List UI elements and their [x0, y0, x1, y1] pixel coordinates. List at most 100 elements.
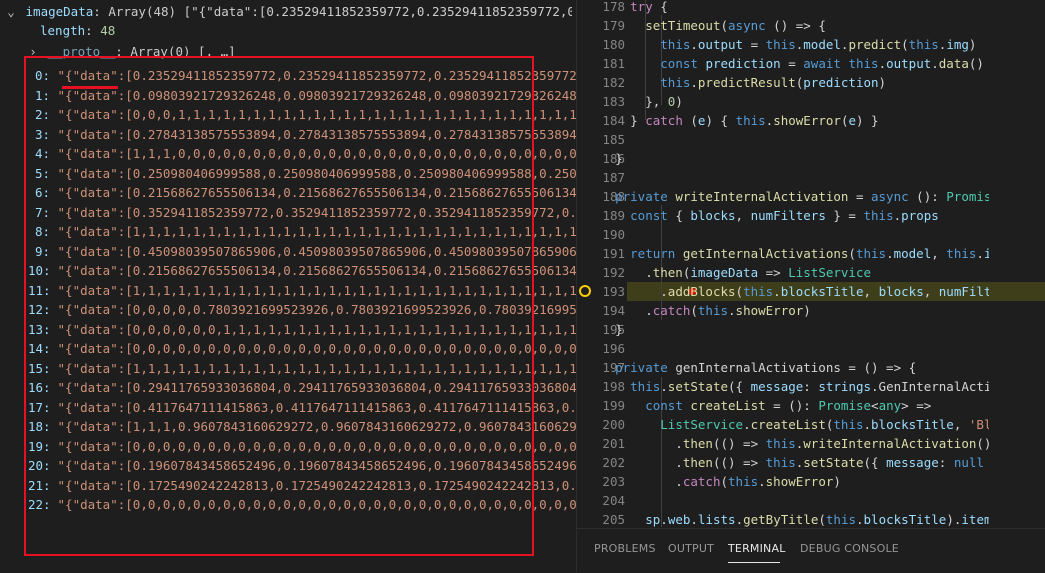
array-item[interactable]: 17: "{"data":[0.4117647111415863,0.41176… [28, 398, 576, 417]
code-line[interactable] [585, 491, 989, 510]
code-line[interactable]: const { blocks, numFilters } = this.prop… [585, 206, 989, 225]
array-item[interactable]: 20: "{"data":[0.19607843458652496,0.1960… [28, 456, 576, 475]
highlight-underline [62, 86, 118, 89]
code-line[interactable] [585, 168, 989, 187]
array-item[interactable]: 11: "{"data":[1,1,1,1,1,1,1,1,1,1,1,1,1,… [28, 281, 576, 300]
chevron-down-icon[interactable]: ⌄ [4, 2, 18, 21]
code-line[interactable]: sp.web.lists.getByTitle(this.blocksTitle… [585, 510, 989, 528]
array-item-index: 17: [28, 399, 51, 415]
code-line[interactable]: .catch(this.showError) [585, 301, 989, 320]
array-item-index: 16: [28, 380, 51, 395]
code-line[interactable]: this.predictResult(prediction) [585, 73, 989, 92]
code-line[interactable]: const createList = (): Promise<any> => [585, 396, 989, 415]
array-item-value: "{"data":[0.09803921729326248,0.09803921… [57, 87, 576, 103]
array-item-value: "{"data":[0.250980406999588,0.2509804069… [57, 165, 576, 181]
array-item-value: "{"data":[0,0,0,1,1,1,1,1,1,1,1,1,1,1,1,… [57, 107, 576, 122]
array-item-value: "{"data":[1,1,1,0,0,0,0,0,0,0,0,0,0,0,0,… [57, 146, 576, 161]
length-value: 48 [100, 23, 116, 38]
code-line[interactable]: ListService.createList(this.blocksTitle,… [585, 415, 989, 434]
array-item-index: 15: [28, 360, 51, 376]
variable-name: imageData [25, 4, 94, 19]
array-item-value: "{"data":[0.29411765933036804,0.29411765… [57, 380, 576, 395]
array-item-value: "{"data":[0.23529411852359772,0.23529411… [57, 68, 576, 83]
array-item[interactable]: 12: "{"data":[0,0,0,0,0.7803921699523926… [28, 300, 576, 319]
code-line[interactable]: .catch(this.showError) [585, 472, 989, 491]
length-row: length: 48 [40, 23, 116, 38]
array-item-value: "{"data":[0.1725490242242813,0.172549024… [57, 477, 576, 493]
code-line[interactable]: try { [585, 0, 989, 16]
code-editor[interactable]: 178 179 180 181 182 183 184 185 186 187 188 189 190 1… [577, 0, 1045, 528]
tab-problems[interactable]: PROBLEMS [594, 542, 656, 555]
code-line[interactable]: } [585, 320, 989, 339]
array-item-value: "{"data":[0.19607843458652496,0.19607843… [57, 458, 576, 473]
code-line[interactable]: const prediction = await this.output.dat… [585, 54, 989, 73]
array-item-index: 10: [28, 263, 51, 278]
array-item[interactable]: 16: "{"data":[0.29411765933036804,0.2941… [28, 378, 576, 397]
array-item-index: 21: [28, 477, 51, 493]
code-line[interactable]: this.output = this.model.predict(this.im… [585, 35, 989, 54]
code-line[interactable]: } [585, 149, 989, 168]
array-item-value: "{"data":[0,0,0,0,0,0,0,0,0,0,0,0,0,0,0,… [57, 341, 576, 356]
code-line[interactable] [585, 225, 989, 244]
array-item-index: 11: [28, 282, 51, 298]
array-item-value: "{"data":[1,1,1,1,1,1,1,1,1,1,1,1,1,1,1,… [57, 360, 576, 376]
array-item-index: 6: [34, 185, 50, 200]
array-item[interactable]: 10: "{"data":[0.21568627655506134,0.2156… [28, 261, 576, 280]
code-line[interactable]: .addBlocks(this.blocksTitle, blocks, num… [585, 282, 989, 301]
array-item-value: "{"data":[0,0,0,0,0,0,0,0,0,0,0,0,0,0,0,… [57, 438, 576, 454]
tab-debug-console[interactable]: DEBUG CONSOLE [800, 542, 899, 555]
array-item-index: 5: [34, 165, 50, 181]
array-item[interactable]: 7: "{"data":[0.3529411852359772,0.352941… [28, 203, 576, 222]
code-line[interactable]: this.setState({ message: strings.GenInte… [585, 377, 989, 396]
code-line[interactable]: .then(() => this.setState({ message: nul… [585, 453, 989, 472]
array-item-value: "{"data":[1,1,1,1,1,1,1,1,1,1,1,1,1,1,1,… [57, 224, 576, 239]
array-item-value: "{"data":[0.27843138575553894,0.27843138… [57, 126, 576, 142]
code-line[interactable]: private writeInternalActivation = async … [585, 187, 989, 206]
code-line[interactable]: .then(() => this.writeInternalActivation… [585, 434, 989, 453]
array-item[interactable]: 15: "{"data":[1,1,1,1,1,1,1,1,1,1,1,1,1,… [28, 359, 576, 378]
array-item-value: "{"data":[0.4117647111415863,0.411764711… [57, 399, 576, 415]
array-item[interactable]: 6: "{"data":[0.21568627655506134,0.21568… [28, 183, 576, 202]
array-item[interactable]: 18: "{"data":[1,1,1,0.9607843160629272,0… [28, 417, 576, 436]
array-item[interactable]: 21: "{"data":[0.1725490242242813,0.17254… [28, 476, 576, 495]
code-line[interactable]: return getInternalActivations(this.model… [585, 244, 989, 263]
array-item[interactable]: 0: "{"data":[0.23529411852359772,0.23529… [28, 66, 576, 85]
array-item-value: "{"data":[0,0,0,0,0,0,1,1,1,1,1,1,1,1,1,… [57, 321, 576, 337]
code-line[interactable]: private genInternalActivations = () => { [585, 358, 989, 377]
array-item-value: "{"data":[0,0,0,0,0.7803921699523926,0.7… [57, 302, 576, 317]
array-item-value: "{"data":[0.21568627655506134,0.21568627… [57, 185, 576, 200]
array-item-value: "{"data":[0.21568627655506134,0.21568627… [57, 263, 576, 278]
code-line[interactable]: setTimeout(async () => { [585, 16, 989, 35]
code-line[interactable]: } catch (e) { this.showError(e) } [585, 111, 989, 130]
proto-label: __proto__ [47, 44, 116, 59]
chevron-right-icon[interactable]: › [26, 42, 40, 61]
panel-tab-bar: PROBLEMS OUTPUT TERMINAL DEBUG CONSOLE [577, 528, 1045, 573]
array-item[interactable]: 4: "{"data":[1,1,1,0,0,0,0,0,0,0,0,0,0,0… [28, 144, 576, 163]
code-line[interactable] [585, 339, 989, 358]
array-item[interactable]: 22: "{"data":[0,0,0,0,0,0,0,0,0,0,0,0,0,… [28, 495, 576, 514]
code-line[interactable] [585, 130, 989, 149]
tab-output[interactable]: OUTPUT [668, 542, 714, 555]
array-item-value: "{"data":[0.3529411852359772,0.352941185… [57, 204, 576, 220]
array-item-index: 13: [28, 321, 51, 337]
array-item[interactable]: 13: "{"data":[0,0,0,0,0,0,1,1,1,1,1,1,1,… [28, 320, 576, 339]
array-item-index: 20: [28, 458, 51, 473]
array-item[interactable]: 8: "{"data":[1,1,1,1,1,1,1,1,1,1,1,1,1,1… [28, 222, 576, 241]
code-line[interactable]: }, 0) [585, 92, 989, 111]
array-item[interactable]: 14: "{"data":[0,0,0,0,0,0,0,0,0,0,0,0,0,… [28, 339, 576, 358]
array-item[interactable]: 19: "{"data":[0,0,0,0,0,0,0,0,0,0,0,0,0,… [28, 437, 576, 456]
variable-header-row[interactable]: ⌄ imageData: Array(48) ["{"data":[0.2352… [0, 2, 572, 21]
array-item-value: "{"data":[0.45098039507865906,0.45098039… [57, 243, 576, 259]
array-item-index: 22: [28, 497, 51, 512]
variables-pane: ⌄ imageData: Array(48) ["{"data":[0.2352… [0, 0, 576, 572]
array-item[interactable]: 2: "{"data":[0,0,0,1,1,1,1,1,1,1,1,1,1,1… [28, 105, 576, 124]
array-item[interactable]: 3: "{"data":[0.27843138575553894,0.27843… [28, 125, 576, 144]
array-item-index: 2: [34, 107, 50, 122]
array-item-index: 3: [34, 126, 50, 142]
proto-row[interactable]: › __proto__: Array(0) [, …] [26, 42, 576, 61]
code-line[interactable]: .then(imageData => ListService [585, 263, 989, 282]
tab-terminal[interactable]: TERMINAL [728, 542, 786, 555]
array-item[interactable]: 9: "{"data":[0.45098039507865906,0.45098… [28, 242, 576, 261]
array-item[interactable]: 5: "{"data":[0.250980406999588,0.2509804… [28, 164, 576, 183]
array-item-index: 7: [34, 204, 50, 220]
